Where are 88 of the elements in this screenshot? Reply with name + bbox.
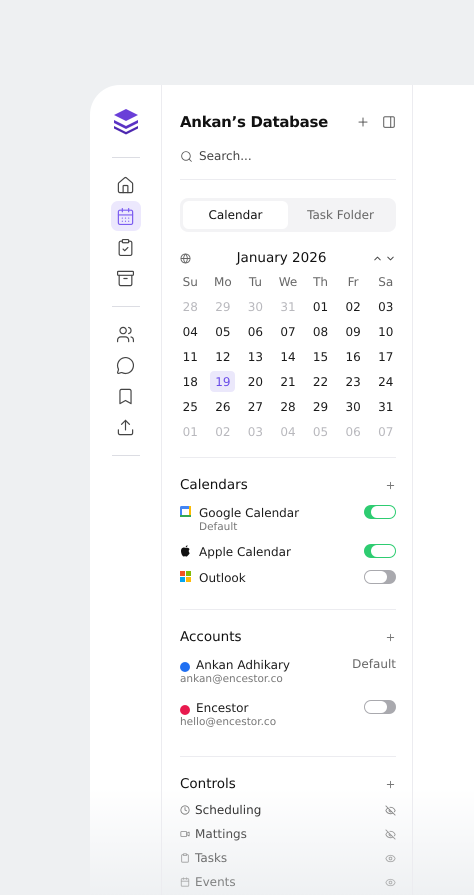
account-name: Ankan Adhikary bbox=[196, 657, 290, 673]
database-title: Ankan’s Database bbox=[180, 113, 328, 131]
nav-button[interactable] bbox=[110, 201, 140, 231]
panel-icon[interactable] bbox=[382, 115, 396, 129]
clipboard-icon bbox=[180, 853, 190, 863]
account-email: hello@encestor.co bbox=[180, 716, 276, 729]
account-email: ankan@encestor.co bbox=[180, 673, 284, 686]
calendar-day[interactable]: 05 bbox=[210, 321, 236, 342]
eye-off-icon[interactable] bbox=[385, 804, 396, 816]
weekday-label: Su bbox=[182, 274, 199, 291]
weekday-label: Sa bbox=[377, 274, 394, 291]
weekday-label: Tu bbox=[248, 274, 263, 291]
calendar-day[interactable]: 13 bbox=[242, 346, 268, 367]
calendar-day[interactable]: 31 bbox=[373, 396, 398, 417]
calendar-day[interactable]: 25 bbox=[178, 396, 203, 417]
calendar-day[interactable]: 18 bbox=[178, 371, 203, 392]
plus-icon[interactable] bbox=[385, 632, 396, 642]
calendar-day[interactable]: 22 bbox=[308, 371, 334, 392]
month-title: January 2026 bbox=[236, 250, 326, 266]
calendar-day[interactable]: 10 bbox=[373, 321, 398, 342]
calendar-day[interactable]: 04 bbox=[178, 321, 203, 342]
calendar-day[interactable]: 01 bbox=[308, 296, 334, 317]
calendar-day[interactable]: 19 bbox=[210, 371, 236, 392]
toggle-switch[interactable] bbox=[364, 505, 396, 519]
tab[interactable]: Calendar bbox=[183, 201, 288, 229]
section-title: Calendars bbox=[180, 477, 248, 493]
default-label: Default bbox=[352, 657, 396, 671]
search-icon bbox=[180, 150, 193, 162]
globe-icon[interactable] bbox=[180, 252, 191, 264]
calendar-day[interactable]: 03 bbox=[373, 296, 398, 317]
calendar-day[interactable]: 21 bbox=[275, 371, 300, 392]
calendar-day[interactable]: 08 bbox=[308, 321, 334, 342]
calendar-day[interactable]: 23 bbox=[340, 371, 366, 392]
control-label: Scheduling bbox=[195, 803, 262, 817]
layers-logo-icon bbox=[112, 107, 140, 135]
calendar-name: Outlook bbox=[199, 570, 246, 586]
weekday-label: Fr bbox=[346, 274, 360, 291]
calendar-day[interactable]: 06 bbox=[242, 321, 268, 342]
calendar-day[interactable]: 28 bbox=[275, 396, 300, 417]
tab[interactable]: Task Folder bbox=[288, 201, 393, 229]
search-field[interactable]: Search... bbox=[199, 149, 349, 163]
calendar-day[interactable]: 20 bbox=[242, 371, 268, 392]
plus-icon[interactable] bbox=[385, 480, 396, 490]
calendar-name: Google Calendar bbox=[199, 505, 300, 521]
toggle-switch[interactable] bbox=[364, 544, 396, 558]
calendar-day[interactable]: 24 bbox=[373, 371, 398, 392]
calendar-day[interactable]: 26 bbox=[210, 396, 236, 417]
calendar-day[interactable]: 27 bbox=[242, 396, 268, 417]
calendar-day[interactable]: 15 bbox=[308, 346, 334, 367]
calendar-day[interactable]: 11 bbox=[178, 346, 203, 367]
section-title: Accounts bbox=[180, 629, 242, 645]
calendar-day[interactable]: 09 bbox=[340, 321, 366, 342]
archive-icon bbox=[116, 268, 135, 288]
toggle-switch[interactable] bbox=[364, 700, 396, 714]
toggle-switch[interactable] bbox=[364, 570, 396, 584]
calendar-day[interactable]: 29 bbox=[308, 396, 334, 417]
control-label: Events bbox=[195, 875, 236, 889]
calendar-icon bbox=[180, 877, 190, 887]
calendar-day[interactable]: 17 bbox=[373, 346, 398, 367]
clipboard-check-icon bbox=[116, 238, 135, 256]
calendar-icon bbox=[116, 206, 135, 226]
calendar-day[interactable]: 12 bbox=[210, 346, 236, 367]
calendar-day[interactable]: 07 bbox=[275, 321, 300, 342]
calendar-day[interactable]: 14 bbox=[275, 346, 300, 367]
calendar-name: Apple Calendar bbox=[199, 544, 291, 560]
apple-icon bbox=[180, 545, 191, 557]
control-label: Mattings bbox=[195, 827, 247, 841]
calendar-app-icon bbox=[180, 506, 191, 517]
users-icon bbox=[116, 324, 135, 344]
plus-icon[interactable] bbox=[385, 778, 396, 790]
upload-icon bbox=[116, 418, 135, 436]
camera-icon bbox=[180, 829, 190, 839]
control-label: Tasks bbox=[195, 851, 228, 865]
calendar-day[interactable]: 30 bbox=[340, 396, 366, 417]
four-squares-icon bbox=[180, 571, 191, 582]
eye-off-icon[interactable] bbox=[385, 828, 396, 840]
weekday-label: We bbox=[278, 274, 298, 291]
calendar-note: Default bbox=[199, 521, 238, 534]
plus-icon[interactable] bbox=[356, 115, 370, 129]
calendar-day[interactable]: 16 bbox=[340, 346, 366, 367]
weekday-label: Th bbox=[312, 274, 330, 291]
clock-icon bbox=[180, 805, 190, 815]
calendar-day[interactable]: 02 bbox=[340, 296, 366, 317]
section-title: Controls bbox=[180, 776, 236, 792]
home-icon bbox=[116, 176, 135, 194]
account-name: Encestor bbox=[196, 700, 248, 716]
weekday-label: Mo bbox=[213, 274, 233, 291]
chat-icon bbox=[116, 356, 135, 374]
